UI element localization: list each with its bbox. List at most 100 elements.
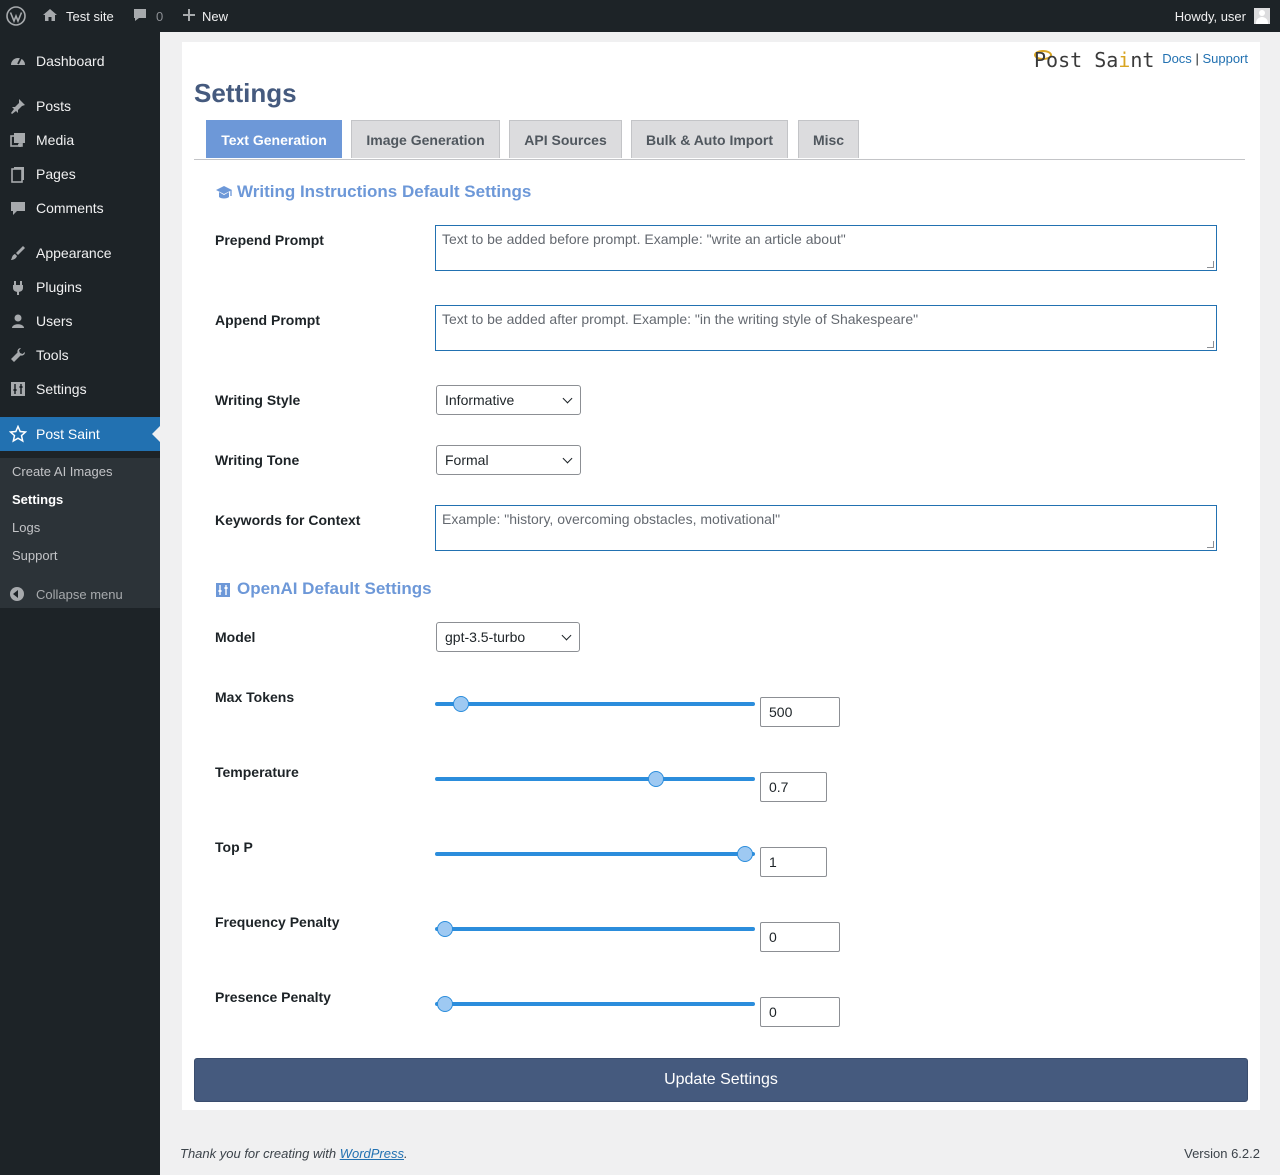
brush-icon bbox=[0, 244, 36, 262]
pin-icon bbox=[0, 97, 36, 115]
sidebar-item-label: Appearance bbox=[36, 245, 112, 261]
comments-link[interactable]: 0 bbox=[132, 0, 163, 32]
slider-thumb[interactable] bbox=[647, 771, 664, 787]
slider-thumb[interactable] bbox=[436, 996, 453, 1012]
footer-version: Version 6.2.2 bbox=[1184, 1146, 1260, 1161]
writing-section-heading: Writing Instructions Default Settings bbox=[215, 182, 531, 202]
site-name: Test site bbox=[66, 8, 114, 24]
collapse-menu-button[interactable]: Collapse menu bbox=[0, 582, 160, 606]
slider-thumb[interactable] bbox=[737, 846, 754, 862]
append-prompt-label: Append Prompt bbox=[215, 312, 320, 328]
sidebar-item-post-saint[interactable]: Post Saint bbox=[0, 417, 160, 451]
sidebar-item-appearance[interactable]: Appearance bbox=[0, 236, 160, 270]
tab-image-generation[interactable]: Image Generation bbox=[351, 120, 500, 158]
admin-bar: Test site 0 New Howdy, user bbox=[0, 0, 1280, 32]
logo-text-a: Post Sa bbox=[1034, 48, 1119, 72]
top-p-input[interactable]: 1 bbox=[760, 847, 827, 877]
slider-thumb[interactable] bbox=[452, 696, 469, 712]
temperature-label: Temperature bbox=[215, 764, 299, 780]
docs-link[interactable]: Docs bbox=[1162, 51, 1192, 66]
submenu-item-logs[interactable]: Logs bbox=[12, 520, 40, 535]
sidebar-item-pages[interactable]: Pages bbox=[0, 157, 160, 191]
writing-style-select[interactable]: Informative bbox=[436, 385, 581, 415]
sidebar-item-label: Posts bbox=[36, 98, 72, 114]
openai-section-title: OpenAI Default Settings bbox=[237, 579, 432, 598]
sidebar-item-label: Post Saint bbox=[36, 426, 100, 442]
comment-icon bbox=[0, 199, 36, 217]
append-prompt-field[interactable]: Text to be added after prompt. Example: … bbox=[435, 305, 1217, 351]
model-value: gpt-3.5-turbo bbox=[445, 629, 526, 645]
tab-api-sources[interactable]: API Sources bbox=[509, 120, 622, 158]
sidebar-item-label: Dashboard bbox=[36, 53, 105, 69]
tab-bulk-auto-import[interactable]: Bulk & Auto Import bbox=[631, 120, 788, 158]
new-content-link[interactable]: New bbox=[182, 0, 228, 32]
graduation-cap-icon bbox=[215, 185, 232, 199]
admin-sidebar: Dashboard Posts Media Pages Comments App… bbox=[0, 32, 160, 1175]
sidebar-item-plugins[interactable]: Plugins bbox=[0, 270, 160, 304]
sidebar-item-users[interactable]: Users bbox=[0, 304, 160, 338]
writing-tone-label: Writing Tone bbox=[215, 452, 300, 468]
update-settings-button[interactable]: Update Settings bbox=[194, 1058, 1248, 1102]
prepend-prompt-field[interactable]: Text to be added before prompt. Example:… bbox=[435, 225, 1217, 271]
wordpress-logo-icon[interactable] bbox=[6, 0, 28, 32]
model-select[interactable]: gpt-3.5-turbo bbox=[436, 622, 580, 652]
keywords-label: Keywords for Context bbox=[215, 512, 361, 528]
frequency-penalty-label: Frequency Penalty bbox=[215, 914, 340, 930]
footer-thanks-text: Thank you for creating with bbox=[180, 1146, 340, 1161]
tab-misc[interactable]: Misc bbox=[798, 120, 859, 158]
submenu-item-create-ai-images[interactable]: Create AI Images bbox=[12, 464, 112, 479]
temperature-input[interactable]: 0.7 bbox=[760, 772, 827, 802]
presence-penalty-slider[interactable] bbox=[435, 994, 755, 1014]
chevron-down-icon bbox=[561, 630, 572, 641]
temperature-slider[interactable] bbox=[435, 769, 755, 789]
presence-penalty-input[interactable]: 0 bbox=[760, 997, 840, 1027]
writing-section-title: Writing Instructions Default Settings bbox=[237, 182, 532, 201]
submenu-item-support[interactable]: Support bbox=[12, 548, 58, 563]
top-p-slider[interactable] bbox=[435, 844, 755, 864]
sidebar-item-dashboard[interactable]: Dashboard bbox=[0, 44, 160, 78]
sidebar-item-label: Comments bbox=[36, 200, 104, 216]
keywords-field[interactable]: Example: "history, overcoming obstacles,… bbox=[435, 505, 1217, 551]
max-tokens-slider[interactable] bbox=[435, 694, 755, 714]
sidebar-item-comments[interactable]: Comments bbox=[0, 191, 160, 225]
howdy-text: Howdy, user bbox=[1174, 8, 1246, 24]
support-link[interactable]: Support bbox=[1202, 51, 1248, 66]
link-separator: | bbox=[1195, 51, 1199, 66]
header-links: Docs | Support bbox=[1162, 51, 1248, 66]
comment-icon bbox=[132, 7, 148, 26]
settings-panel: Post Saint Docs | Support Settings Text … bbox=[182, 42, 1260, 1110]
sidebar-item-media[interactable]: Media bbox=[0, 123, 160, 157]
site-name-link[interactable]: Test site bbox=[42, 0, 114, 32]
footer-period: . bbox=[404, 1146, 408, 1161]
tab-text-generation[interactable]: Text Generation bbox=[206, 120, 342, 158]
sliders-icon bbox=[215, 582, 231, 597]
frequency-penalty-input[interactable]: 0 bbox=[760, 922, 840, 952]
post-saint-logo: Post Saint bbox=[1034, 48, 1154, 72]
sidebar-item-settings[interactable]: Settings bbox=[0, 372, 160, 406]
slider-thumb[interactable] bbox=[436, 921, 453, 937]
prepend-prompt-label: Prepend Prompt bbox=[215, 232, 324, 248]
sidebar-item-label: Users bbox=[36, 313, 73, 329]
sidebar-item-tools[interactable]: Tools bbox=[0, 338, 160, 372]
presence-penalty-label: Presence Penalty bbox=[215, 989, 331, 1005]
slider-track bbox=[435, 777, 755, 781]
media-icon bbox=[0, 131, 36, 149]
wordpress-link[interactable]: WordPress bbox=[340, 1146, 404, 1161]
star-icon bbox=[0, 425, 36, 443]
avatar bbox=[1254, 8, 1270, 24]
max-tokens-label: Max Tokens bbox=[215, 689, 295, 705]
submenu-item-settings[interactable]: Settings bbox=[12, 492, 63, 507]
sidebar-item-posts[interactable]: Posts bbox=[0, 89, 160, 123]
dashboard-icon bbox=[0, 52, 36, 70]
writing-style-value: Informative bbox=[445, 392, 515, 408]
max-tokens-input[interactable]: 500 bbox=[760, 697, 840, 727]
sidebar-item-label: Media bbox=[36, 132, 75, 148]
frequency-penalty-slider[interactable] bbox=[435, 919, 755, 939]
account-menu[interactable]: Howdy, user bbox=[1175, 0, 1270, 32]
pages-icon bbox=[0, 165, 36, 183]
writing-tone-value: Formal bbox=[445, 452, 489, 468]
top-p-label: Top P bbox=[215, 839, 253, 855]
writing-tone-select[interactable]: Formal bbox=[436, 445, 581, 475]
comments-count: 0 bbox=[156, 8, 164, 24]
openai-section-heading: OpenAI Default Settings bbox=[215, 579, 432, 599]
